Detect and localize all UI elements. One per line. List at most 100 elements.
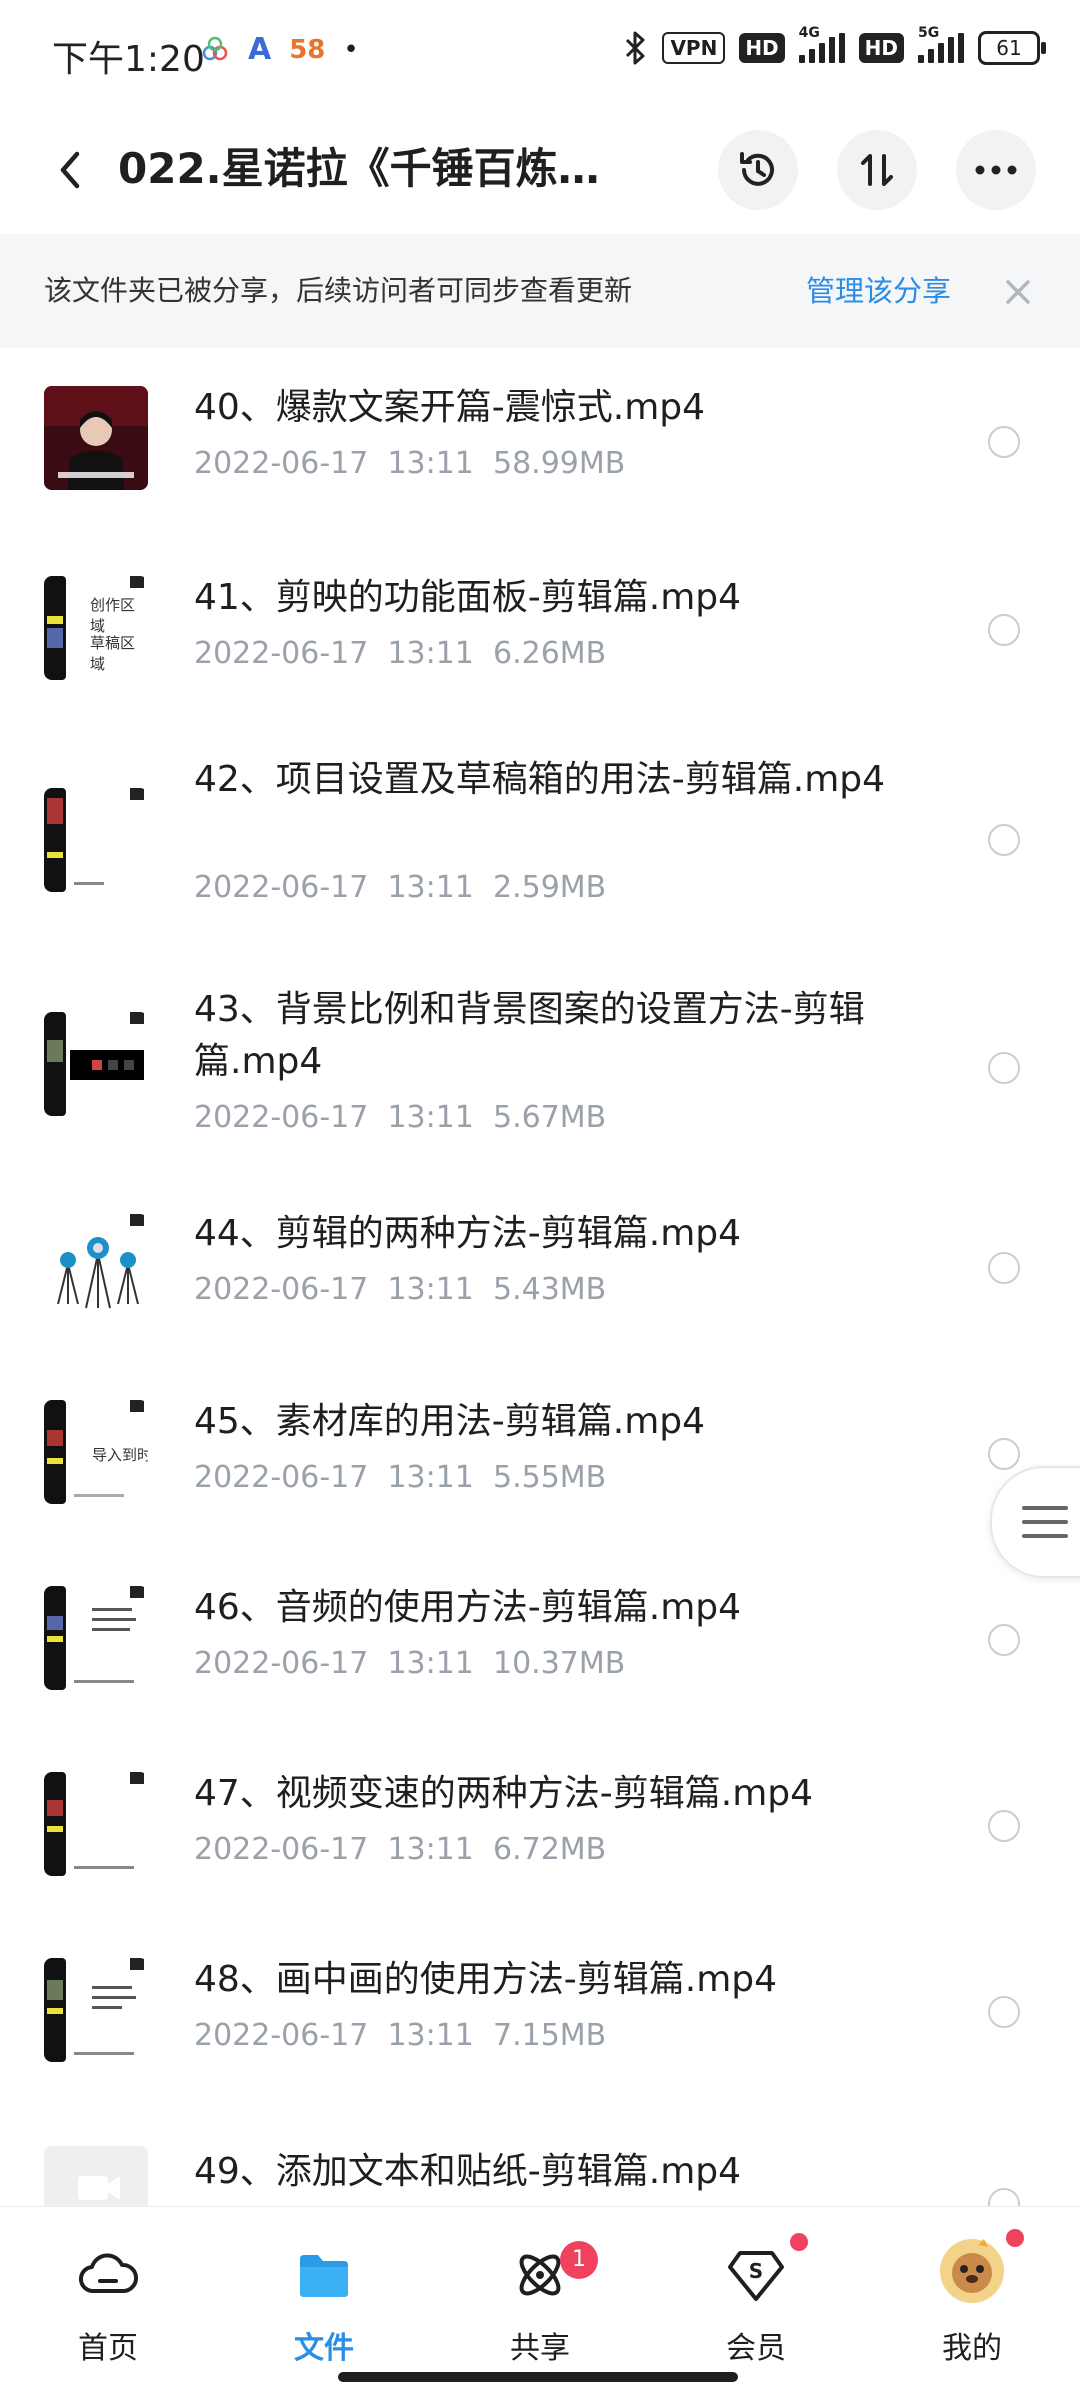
video-thumbnail bbox=[44, 1958, 148, 2062]
nav-files[interactable]: 文件 bbox=[244, 2207, 404, 2377]
file-meta: 2022-06-17 13:11 5.55MB bbox=[194, 1460, 606, 1495]
file-size: 5.55MB bbox=[492, 1460, 607, 1495]
more-button[interactable] bbox=[956, 130, 1036, 210]
svg-text:S: S bbox=[749, 2259, 763, 2283]
hd-icon: HD bbox=[739, 33, 785, 63]
file-size: 6.26MB bbox=[492, 636, 607, 671]
share-banner: 该文件夹已被分享，后续访问者可同步查看更新 管理该分享 bbox=[0, 234, 1080, 348]
video-thumbnail: 创作区域 草稿区域 bbox=[44, 576, 148, 680]
select-radio[interactable] bbox=[988, 1052, 1020, 1084]
status-bar: 下午1:20 A 58 • VPN HD 4G HD 5G 61 bbox=[0, 0, 1080, 110]
status-app-icons: A 58 • bbox=[200, 32, 359, 67]
video-thumbnail bbox=[44, 1586, 148, 1690]
select-radio[interactable] bbox=[988, 1252, 1020, 1284]
nav-label: 首页 bbox=[78, 2331, 138, 2366]
folder-icon bbox=[300, 2255, 348, 2297]
nav-share[interactable]: 1 共享 bbox=[460, 2207, 620, 2377]
nav-label: 共享 bbox=[510, 2331, 570, 2366]
select-radio[interactable] bbox=[988, 614, 1020, 646]
file-size: 6.72MB bbox=[492, 1832, 607, 1867]
file-name: 41、剪映的功能面板-剪辑篇.mp4 bbox=[194, 577, 742, 618]
hd-icon-2: HD bbox=[858, 33, 904, 63]
nav-home[interactable]: 首页 bbox=[28, 2207, 188, 2377]
file-meta: 2022-06-17 13:11 5.67MB bbox=[194, 1100, 606, 1135]
file-name: 49、添加文本和贴纸-剪辑篇.mp4 bbox=[194, 2151, 742, 2192]
select-radio[interactable] bbox=[988, 2188, 1020, 2206]
page-title: 022.星诺拉《千锤百炼的... bbox=[118, 144, 638, 193]
file-time: 13:11 bbox=[387, 1832, 474, 1867]
share-banner-text: 该文件夹已被分享，后续访问者可同步查看更新 bbox=[44, 274, 633, 307]
file-row[interactable]: 49、添加文本和贴纸-剪辑篇.mp4 bbox=[0, 2100, 1080, 2206]
notification-badge: 1 bbox=[560, 2241, 598, 2279]
network-type-label-2: 5G bbox=[918, 25, 940, 41]
file-meta: 2022-06-17 13:11 6.72MB bbox=[194, 1832, 606, 1867]
manage-share-link[interactable]: 管理该分享 bbox=[806, 234, 951, 348]
back-button[interactable] bbox=[40, 132, 100, 208]
nav-label: 我的 bbox=[942, 2331, 1002, 2366]
file-date: 2022-06-17 bbox=[194, 870, 369, 905]
file-name: 40、爆款文案开篇-震惊式.mp4 bbox=[194, 387, 706, 428]
header: 022.星诺拉《千锤百炼的... bbox=[0, 110, 1080, 230]
nav-label: 文件 bbox=[294, 2331, 354, 2366]
file-row[interactable]: 40、爆款文案开篇-震惊式.mp4 2022-06-17 13:11 58.99… bbox=[0, 346, 1080, 532]
file-row[interactable]: 46、音频的使用方法-剪辑篇.mp4 2022-06-17 13:11 10.3… bbox=[0, 1542, 1080, 1728]
file-time: 13:11 bbox=[387, 1460, 474, 1495]
file-time: 13:11 bbox=[387, 446, 474, 481]
notification-dot bbox=[788, 2231, 810, 2253]
select-radio[interactable] bbox=[988, 1624, 1020, 1656]
select-radio[interactable] bbox=[988, 1438, 1020, 1470]
file-name: 42、项目设置及草稿箱的用法-剪辑篇.mp4 bbox=[194, 759, 886, 800]
close-icon[interactable] bbox=[1000, 274, 1036, 310]
signal-icon: 4G bbox=[798, 25, 845, 63]
file-row[interactable]: 创作区域 草稿区域 41、剪映的功能面板-剪辑篇.mp4 2022-06-17 … bbox=[0, 532, 1080, 718]
file-meta: 2022-06-17 13:11 10.37MB bbox=[194, 1646, 625, 1681]
file-date: 2022-06-17 bbox=[194, 1272, 369, 1307]
select-radio[interactable] bbox=[988, 426, 1020, 458]
file-row[interactable]: 42、项目设置及草稿箱的用法-剪辑篇.mp4 2022-06-17 13:11 … bbox=[0, 718, 1080, 944]
file-date: 2022-06-17 bbox=[194, 446, 369, 481]
notification-dot bbox=[1004, 2227, 1026, 2249]
menu-line bbox=[1022, 1520, 1068, 1524]
video-thumbnail bbox=[44, 1214, 148, 1318]
select-radio[interactable] bbox=[988, 1996, 1020, 2028]
thumbnail-text: 草稿区域 bbox=[90, 634, 136, 673]
app-a-icon: A bbox=[248, 32, 272, 67]
home-indicator[interactable] bbox=[338, 2372, 738, 2382]
file-row[interactable]: 44、剪辑的两种方法-剪辑篇.mp4 2022-06-17 13:11 5.43… bbox=[0, 1170, 1080, 1356]
history-button[interactable] bbox=[718, 130, 798, 210]
file-row[interactable]: 48、画中画的使用方法-剪辑篇.mp4 2022-06-17 13:11 7.1… bbox=[0, 1914, 1080, 2100]
file-size: 5.67MB bbox=[492, 1100, 607, 1135]
menu-line bbox=[1022, 1534, 1068, 1538]
nav-vip[interactable]: S 会员 bbox=[676, 2207, 836, 2377]
video-thumbnail bbox=[44, 2146, 148, 2206]
file-time: 13:11 bbox=[387, 1646, 474, 1681]
file-name: 47、视频变速的两种方法-剪辑篇.mp4 bbox=[194, 1773, 814, 1814]
file-row[interactable]: 47、视频变速的两种方法-剪辑篇.mp4 2022-06-17 13:11 6.… bbox=[0, 1728, 1080, 1914]
status-right: VPN HD 4G HD 5G 61 bbox=[622, 25, 1046, 66]
app-58-icon: 58 bbox=[289, 34, 326, 65]
video-thumbnail bbox=[44, 1012, 148, 1116]
file-row[interactable]: 导入到时间 45、素材库的用法-剪辑篇.mp4 2022-06-17 13:11… bbox=[0, 1356, 1080, 1542]
vip-icon: S bbox=[728, 2251, 784, 2301]
file-date: 2022-06-17 bbox=[194, 1646, 369, 1681]
file-row[interactable]: 43、背景比例和背景图案的设置方法-剪辑篇.mp4 2022-06-17 13:… bbox=[0, 944, 1080, 1170]
file-name: 46、音频的使用方法-剪辑篇.mp4 bbox=[194, 1587, 742, 1628]
video-thumbnail bbox=[44, 1772, 148, 1876]
nav-profile[interactable]: 我的 bbox=[892, 2207, 1052, 2377]
sort-icon bbox=[861, 154, 893, 186]
signal-icon-2: 5G bbox=[918, 25, 964, 63]
sort-button[interactable] bbox=[837, 130, 917, 210]
select-radio[interactable] bbox=[988, 824, 1020, 856]
menu-line bbox=[1022, 1506, 1068, 1510]
cloud-icon bbox=[79, 2253, 138, 2294]
file-size: 5.43MB bbox=[492, 1272, 607, 1307]
file-date: 2022-06-17 bbox=[194, 1832, 369, 1867]
history-icon bbox=[740, 152, 774, 186]
video-thumbnail bbox=[44, 386, 148, 490]
select-radio[interactable] bbox=[988, 1810, 1020, 1842]
thumbnail-text: 创作区域 bbox=[90, 596, 136, 635]
file-name: 44、剪辑的两种方法-剪辑篇.mp4 bbox=[194, 1213, 742, 1254]
file-name: 45、素材库的用法-剪辑篇.mp4 bbox=[194, 1401, 706, 1442]
back-icon bbox=[60, 151, 80, 189]
file-time: 13:11 bbox=[387, 1272, 474, 1307]
